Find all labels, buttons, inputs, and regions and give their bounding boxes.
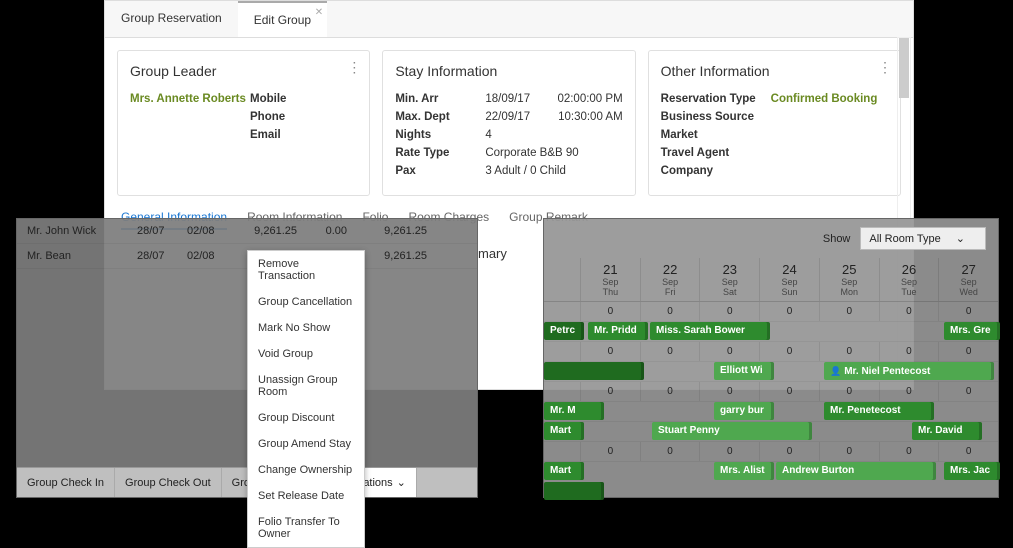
select-value: All Room Type [869,233,940,245]
booking-block[interactable]: Mr. Penetecost [824,402,934,420]
label-phone: Phone [250,111,340,123]
summary-heading-fragment: mary [478,246,543,266]
booking-block[interactable]: Mart [544,422,584,440]
booking-block[interactable]: Stuart Penny [652,422,812,440]
booking-block[interactable]: Mr. David [912,422,982,440]
menu-mark-no-show[interactable]: Mark No Show [248,315,364,341]
calendar-body: 0000000 Petrc Mr. Pridd Miss. Sarah Bowe… [544,302,998,502]
menu-group-cancellation[interactable]: Group Cancellation [248,289,364,315]
menu-void-group[interactable]: Void Group [248,341,364,367]
panel-stay-info: Stay Information Min. Arr18/09/1702:00:0… [382,50,635,196]
booking-block[interactable]: Elliott Wi [714,362,774,380]
booking-block[interactable]: Mrs. Jac [944,462,1000,480]
kebab-icon[interactable]: ⋮ [878,59,892,76]
menu-group-amend-stay[interactable]: Group Amend Stay [248,431,364,457]
operations-menu: Remove Transaction Group Cancellation Ma… [247,250,365,548]
menu-group-discount[interactable]: Group Discount [248,405,364,431]
room-type-select[interactable]: All Room Type ⌄ [860,227,986,250]
panel-title: Other Information [661,63,888,79]
booking-block[interactable]: Petrc [544,322,584,340]
booking-block[interactable]: Mrs. Gre [944,322,1000,340]
menu-change-ownership[interactable]: Change Ownership [248,457,364,483]
leader-name: Mrs. Annette Roberts [130,93,250,147]
menu-folio-transfer-owner[interactable]: Folio Transfer To Owner [248,509,364,547]
panel-title: Stay Information [395,63,622,79]
calendar-overlay: Show All Room Type ⌄ 21SepThu 22SepFri 2… [543,218,999,498]
booking-block[interactable]: Andrew Burton [776,462,936,480]
booking-block[interactable]: Mart [544,462,584,480]
show-label: Show [823,233,851,245]
menu-remove-transaction[interactable]: Remove Transaction [248,251,364,289]
tab-label: Edit Group [254,13,311,27]
person-icon: 👤 [830,366,841,376]
booking-block[interactable] [544,362,644,380]
booking-block[interactable]: Miss. Sarah Bower [650,322,770,340]
menu-unassign-group-room[interactable]: Unassign Group Room [248,367,364,405]
reservation-type-value: Confirmed Booking [771,93,888,105]
group-check-in-button[interactable]: Group Check In [17,468,115,497]
group-check-out-button[interactable]: Group Check Out [115,468,222,497]
close-icon[interactable]: ✕ [315,7,323,18]
panel-other-info: ⋮ Other Information Reservation TypeConf… [648,50,901,196]
menu-set-release-date[interactable]: Set Release Date [248,483,364,509]
chevron-down-icon: ⌄ [397,476,406,489]
main-tabs: Group Reservation Edit Group ✕ [105,1,913,38]
booking-block[interactable]: Mrs. Alist [714,462,774,480]
booking-block[interactable] [544,482,604,500]
booking-block[interactable]: Mr. Pridd [588,322,648,340]
booking-block[interactable]: garry bur [714,402,774,420]
kebab-icon[interactable]: ⋮ [347,59,361,76]
booking-block[interactable]: 👤Mr. Niel Pentecost [824,362,994,380]
calendar-header: 21SepThu 22SepFri 23SepSat 24SepSun 25Se… [544,258,998,302]
tab-edit-group[interactable]: Edit Group ✕ [238,1,327,37]
panel-group-leader: ⋮ Group Leader Mrs. Annette Roberts Mobi… [117,50,370,196]
table-row[interactable]: Mr. John Wick 28/07 02/08 9,261.25 0.00 … [17,219,477,244]
panel-title: Group Leader [130,63,357,79]
tab-group-reservation[interactable]: Group Reservation [105,1,238,37]
scrollbar-thumb[interactable] [899,38,909,98]
booking-block[interactable]: Mr. M [544,402,604,420]
chevron-down-icon: ⌄ [956,233,965,245]
label-mobile: Mobile [250,93,340,105]
label-email: Email [250,129,340,141]
